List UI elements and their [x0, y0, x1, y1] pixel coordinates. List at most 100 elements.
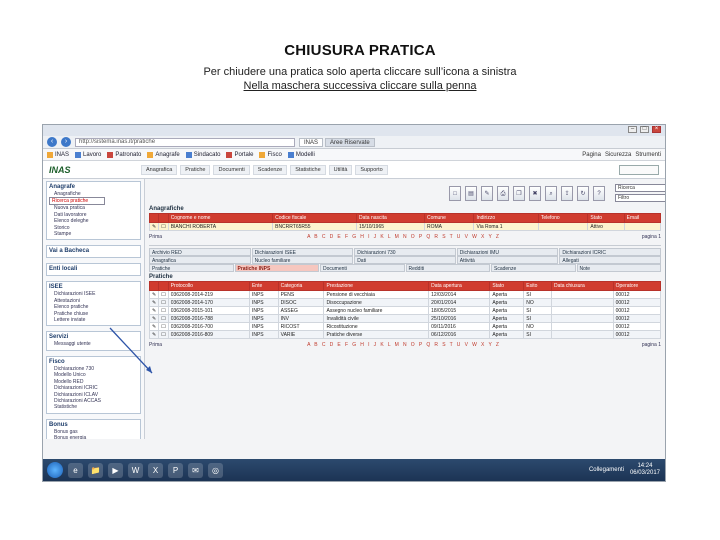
alphabet-filter-2[interactable]: A B C D E F G H I J K L M N O P Q R S T … — [307, 342, 500, 348]
column-header-data-chiusura[interactable]: Data chiusura — [550, 281, 614, 291]
column-header-comune[interactable]: Comune — [423, 213, 475, 223]
column-header-protocollo[interactable]: Protocollo — [167, 281, 250, 291]
pencil-icon[interactable]: ✎ — [148, 306, 160, 315]
checkbox[interactable]: ☐ — [158, 298, 169, 307]
checkbox[interactable]: ☐ — [158, 222, 169, 231]
forward-button[interactable]: › — [61, 137, 71, 147]
toplink-documenti[interactable]: Documenti — [213, 164, 250, 175]
checkbox[interactable]: ☐ — [158, 314, 169, 323]
column-header-codice-fiscale[interactable]: Codice fiscale — [272, 213, 357, 223]
search-icon[interactable]: ⌕ — [545, 185, 557, 201]
taskbar-app-6[interactable]: ✉ — [188, 462, 203, 478]
taskbar-app-5[interactable]: P — [168, 462, 183, 478]
toplink-pratiche[interactable]: Pratiche — [180, 164, 211, 175]
back-button[interactable]: ‹ — [47, 137, 57, 147]
delete-icon[interactable]: ✖ — [529, 185, 541, 201]
tab-scadenze[interactable]: Scadenze — [491, 264, 576, 272]
column-header-esito[interactable]: Esito — [523, 281, 552, 291]
pratica-row[interactable]: ✎ ☐ 0362008-2016-788 INPS INV Invalidità civi… — [148, 314, 662, 323]
pager-first[interactable]: Prima — [149, 234, 162, 240]
tab-pratiche[interactable]: Pratiche — [149, 264, 234, 272]
filter-select[interactable]: Filtro — [615, 194, 665, 202]
column-header-cognome-e-nome[interactable]: Cognome e nome — [167, 213, 274, 223]
favorite-modelli[interactable]: Modelli — [287, 151, 315, 158]
maximize-button[interactable]: □ — [640, 126, 649, 133]
column-header-categoria[interactable]: Categoria — [277, 281, 325, 291]
sidebar-item-statistiche[interactable]: Statistiche — [49, 404, 138, 410]
pencil-icon[interactable]: ✎ — [148, 314, 160, 323]
tab-pratiche-inps[interactable]: Pratiche INPS — [234, 264, 319, 272]
favorite-lavoro[interactable]: Lavoro — [75, 151, 101, 158]
sidebar-item-stampe[interactable]: Stampe — [49, 231, 138, 237]
pratica-row[interactable]: ✎ ☐ 0362008-2014-170 INPS DISOC Disoccupazion… — [148, 298, 662, 307]
tab-dichiarazioni-icric[interactable]: Dichiarazioni ICRIC — [559, 248, 661, 256]
new-icon[interactable]: □ — [449, 185, 461, 201]
pager2-first[interactable]: Prima — [149, 342, 162, 348]
open-icon[interactable]: ▤ — [465, 185, 477, 201]
pratica-row[interactable]: ✎ ☐ 0362008-2016-809 INPS VARIE Pratiche dive… — [148, 330, 662, 339]
checkbox[interactable]: ☐ — [158, 322, 169, 331]
export-icon[interactable]: ⇪ — [561, 185, 573, 201]
sidebar-panel-title[interactable]: Enti locali — [49, 266, 138, 272]
checkbox[interactable]: ☐ — [158, 330, 169, 339]
help-icon[interactable]: ? — [593, 185, 605, 201]
minimize-button[interactable]: – — [628, 126, 637, 133]
favorite-patronato[interactable]: Patronato — [107, 151, 141, 158]
favorite-portale[interactable]: Portale — [226, 151, 253, 158]
pencil-icon[interactable]: ✎ — [148, 298, 160, 307]
close-button[interactable]: × — [652, 126, 661, 133]
tab-note[interactable]: Note — [576, 264, 661, 272]
taskbar-app-3[interactable]: W — [128, 462, 143, 478]
taskbar-app-1[interactable]: 📁 — [88, 462, 103, 478]
column-header-ente[interactable]: Ente — [248, 281, 279, 291]
toplink-scadenze[interactable]: Scadenze — [252, 164, 288, 175]
tab-archivio-red[interactable]: Archivio RED — [149, 248, 251, 256]
sidebar-panel-title[interactable]: Vai a Bacheca — [49, 248, 138, 254]
start-button[interactable] — [47, 462, 63, 478]
refresh-icon[interactable]: ↻ — [577, 185, 589, 201]
menu-sicurezza[interactable]: Sicurezza — [605, 152, 631, 158]
browser-tab-aree-riservate[interactable]: Aree Riservate — [325, 137, 375, 147]
pencil-icon[interactable]: ✎ — [148, 290, 160, 299]
toplink-supporto[interactable]: Supporto — [355, 164, 388, 175]
copy-icon[interactable]: ❐ — [513, 185, 525, 201]
tab-dichiarazioni-imu[interactable]: Dichiarazioni IMU — [456, 248, 559, 256]
column-header-data-apertura[interactable]: Data apertura — [428, 281, 491, 291]
tab-documenti[interactable]: Documenti — [320, 264, 405, 272]
taskbar-app-4[interactable]: X — [148, 462, 163, 478]
sidebar-panel-title[interactable]: Servizi — [49, 334, 138, 340]
anagrafica-row[interactable]: ✎ ☐ BIANCHI ROBERTA BNCRRT65R55 15/10/1965 RO… — [148, 222, 662, 231]
pencil-icon[interactable]: ✎ — [148, 330, 160, 339]
menu-pagina[interactable]: Pagina — [582, 152, 601, 158]
favorite-anagrafe[interactable]: Anagrafe — [147, 151, 180, 158]
taskbar-app-2[interactable]: ▶ — [108, 462, 123, 478]
browser-tab-inas[interactable]: INAS — [299, 137, 324, 147]
tab-dichiarazioni-730[interactable]: Dichiarazioni 730 — [354, 248, 456, 256]
pratica-row[interactable]: ✎ ☐ 0362008-2015-101 INPS ASSEG Assegno nucle… — [148, 306, 662, 315]
sidebar-panel-title[interactable]: Anagrafe — [49, 184, 138, 190]
checkbox[interactable]: ☐ — [158, 306, 169, 315]
tab-anagrafica[interactable]: Anagrafica — [149, 256, 251, 264]
pratica-row[interactable]: ✎ ☐ 0362008-2016-700 INPS RICOST Ricostituzio… — [148, 322, 662, 331]
sidebar-item-ricerca-pratiche[interactable]: Ricerca pratiche — [49, 197, 105, 206]
sidebar-item-lettere-inviate[interactable]: Lettere inviate — [49, 317, 138, 323]
alphabet-filter[interactable]: A B C D E F G H I J K L M N O P Q R S T … — [307, 234, 500, 240]
column-header-stato[interactable]: Stato — [489, 281, 525, 291]
tab-redditi[interactable]: Redditi — [405, 264, 490, 272]
column-header-stato[interactable]: Stato — [587, 213, 625, 223]
sidebar-panel-title[interactable]: Fisco — [49, 359, 138, 365]
column-header-operatore[interactable]: Operatore — [612, 281, 662, 291]
favorite-sindacato[interactable]: Sindacato — [185, 151, 220, 158]
url-input[interactable]: http://sistema.inas.it/pratiche — [75, 137, 295, 147]
tab-attivit[interactable]: Attività — [456, 256, 559, 264]
search-select[interactable]: Ricerca — [615, 184, 665, 192]
edit-icon[interactable]: ✎ — [481, 185, 493, 201]
taskbar-app-7[interactable]: ◎ — [208, 462, 223, 478]
tab-allegati[interactable]: Allegati — [559, 256, 661, 264]
column-header-data-nascita[interactable]: Data nascita — [356, 213, 425, 223]
sidebar-item-messaggi-utente[interactable]: Messaggi utente — [49, 341, 138, 347]
favorite-fisco[interactable]: Fisco — [259, 151, 282, 158]
sidebar-item-bonus-energia[interactable]: Bonus energia — [49, 435, 138, 439]
column-header-indirizzo[interactable]: Indirizzo — [473, 213, 539, 223]
favorite-inas[interactable]: INAS — [47, 151, 69, 158]
